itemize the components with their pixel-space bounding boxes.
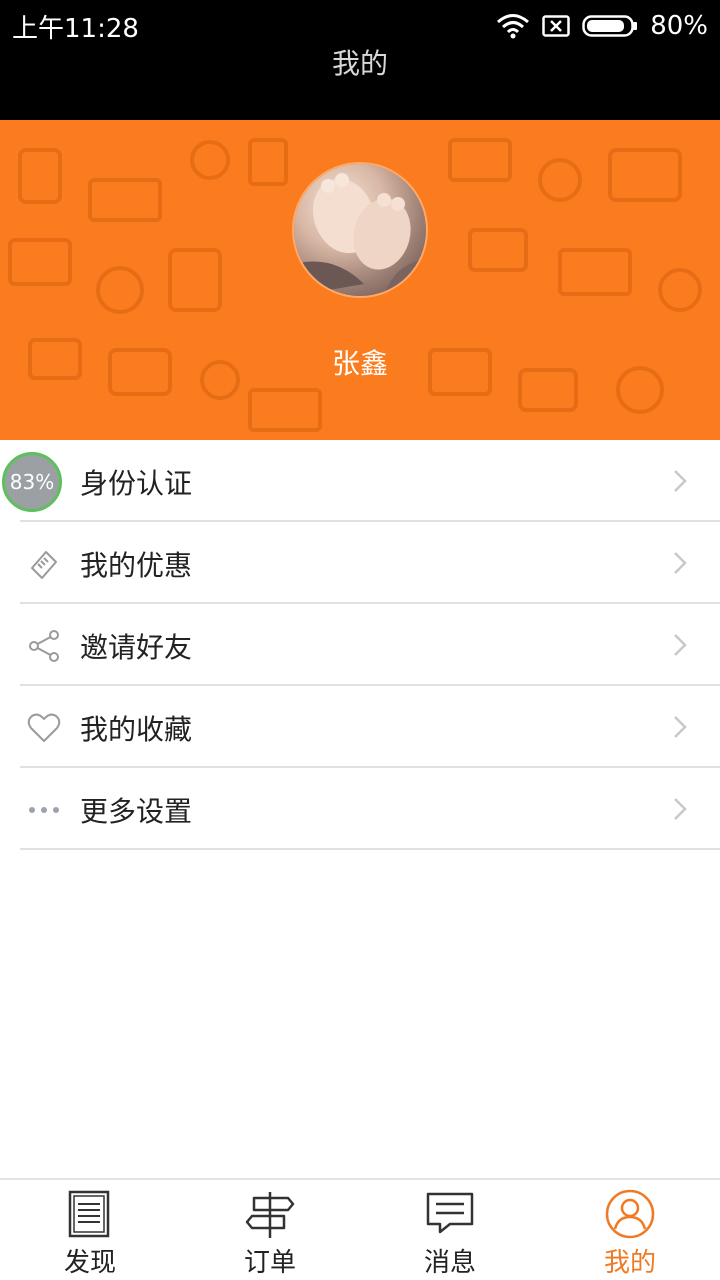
menu-item-label: 邀请好友: [80, 631, 193, 664]
divider: [20, 848, 720, 850]
tab-discover[interactable]: 发现: [0, 1180, 180, 1280]
tab-label: 我的: [603, 1248, 656, 1278]
top-bar: 上午11:28 80% 我的: [0, 0, 720, 120]
floating-percent-badge[interactable]: 83%: [2, 452, 62, 512]
chevron-right-icon: [674, 798, 687, 820]
menu-item-favorites[interactable]: 我的收藏: [0, 686, 720, 768]
avatar-photo: [294, 173, 426, 296]
tab-label: 发现: [63, 1248, 116, 1278]
message-icon: [426, 1192, 474, 1234]
menu-item-label: 更多设置: [80, 795, 193, 828]
no-sim-icon: [542, 15, 570, 37]
wifi-icon: [496, 13, 530, 39]
menu-item-label: 身份认证: [80, 467, 193, 500]
status-time: 上午11:28: [12, 14, 139, 44]
menu-item-settings[interactable]: 更多设置: [0, 768, 720, 850]
tab-label: 消息: [423, 1248, 476, 1278]
menu-item-label: 我的收藏: [80, 713, 193, 746]
menu-item-identity[interactable]: 身份认证: [0, 440, 720, 522]
chevron-right-icon: [674, 634, 687, 656]
tab-messages[interactable]: 消息: [360, 1180, 540, 1280]
bottom-nav: 发现 订单 消息 我的: [0, 1178, 720, 1280]
tab-orders[interactable]: 订单: [180, 1180, 360, 1280]
more-icon: [29, 807, 59, 813]
coupon-icon: [31, 551, 57, 579]
discover-icon: [68, 1190, 110, 1238]
chevron-right-icon: [674, 552, 687, 574]
profile-banner: 张鑫: [0, 120, 720, 440]
menu-item-label: 我的优惠: [80, 549, 193, 582]
tab-label: 订单: [243, 1248, 296, 1278]
tab-mine[interactable]: 我的: [540, 1180, 720, 1280]
user-icon: [605, 1189, 655, 1239]
chevron-right-icon: [674, 716, 687, 738]
page-title: 我的: [331, 47, 388, 80]
heart-icon: [27, 713, 61, 742]
signpost-icon: [245, 1192, 295, 1238]
user-name: 张鑫: [331, 347, 388, 380]
status-icons: 80%: [496, 8, 708, 44]
menu-item-invite[interactable]: 邀请好友: [0, 604, 720, 686]
avatar[interactable]: [294, 164, 426, 296]
menu-list: 身份认证 我的优惠 邀请好友 我的收藏 更多设置: [0, 440, 720, 850]
battery-icon: [582, 15, 638, 37]
share-icon: [29, 630, 59, 662]
menu-item-coupons[interactable]: 我的优惠: [0, 522, 720, 604]
chevron-right-icon: [674, 470, 687, 492]
battery-percent: 80%: [650, 11, 708, 41]
